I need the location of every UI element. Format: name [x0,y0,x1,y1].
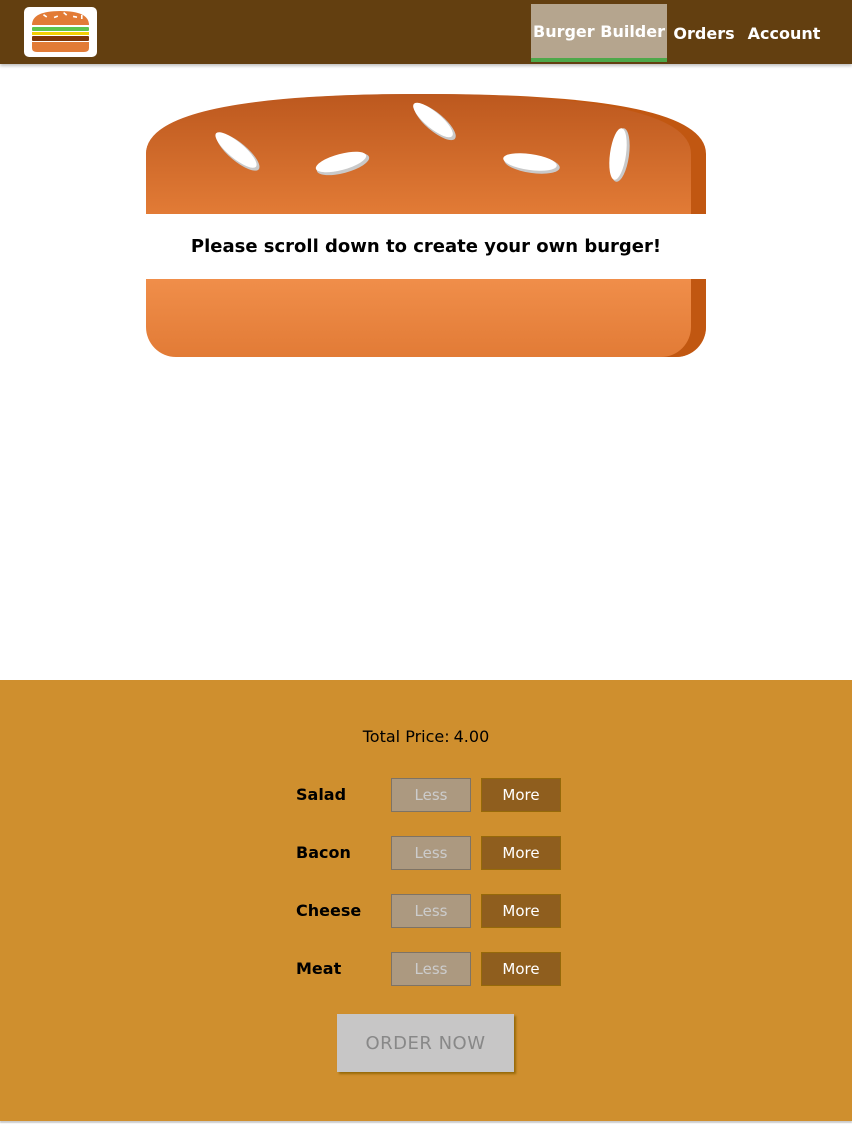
less-cheese-button[interactable]: Less [391,894,471,928]
control-label-bacon: Bacon [296,843,351,862]
control-meat: Meat Less More [296,952,566,986]
burger-logo-icon[interactable] [24,7,97,57]
scroll-down-message: Please scroll down to create your own bu… [190,236,662,257]
bread-top-graphic [146,94,706,214]
control-cheese: Cheese Less More [296,894,566,928]
total-price-label: Total Price: [362,727,450,746]
control-bacon: Bacon Less More [296,836,566,870]
total-price: Total Price: 4.00 [0,727,852,746]
burger-logo-graphic [32,11,89,52]
control-label-cheese: Cheese [296,901,362,920]
nav-account[interactable]: Account [746,4,822,62]
more-salad-button[interactable]: More [481,778,561,812]
less-bacon-button[interactable]: Less [391,836,471,870]
nav-burger-builder-label: Burger Builder [533,21,665,41]
nav-orders-label: Orders [673,23,735,43]
nav-orders[interactable]: Orders [672,4,736,62]
build-controls: Total Price: 4.00 Salad Less More Bacon L… [0,680,852,1121]
more-bacon-button[interactable]: More [481,836,561,870]
burger-preview: Please scroll down to create your own bu… [146,94,706,357]
order-now-button[interactable]: ORDER NOW [337,1014,514,1072]
toolbar: Burger Builder Orders Account [0,0,852,64]
total-price-value: 4.00 [453,727,490,746]
bread-top [146,94,706,214]
more-meat-button[interactable]: More [481,952,561,986]
more-cheese-button[interactable]: More [481,894,561,928]
control-salad: Salad Less More [296,778,566,812]
nav-account-label: Account [747,23,821,43]
nav-burger-builder[interactable]: Burger Builder [531,4,667,62]
control-label-meat: Meat [296,959,342,978]
bread-bottom [146,279,706,357]
control-label-salad: Salad [296,785,347,804]
less-meat-button[interactable]: Less [391,952,471,986]
less-salad-button[interactable]: Less [391,778,471,812]
